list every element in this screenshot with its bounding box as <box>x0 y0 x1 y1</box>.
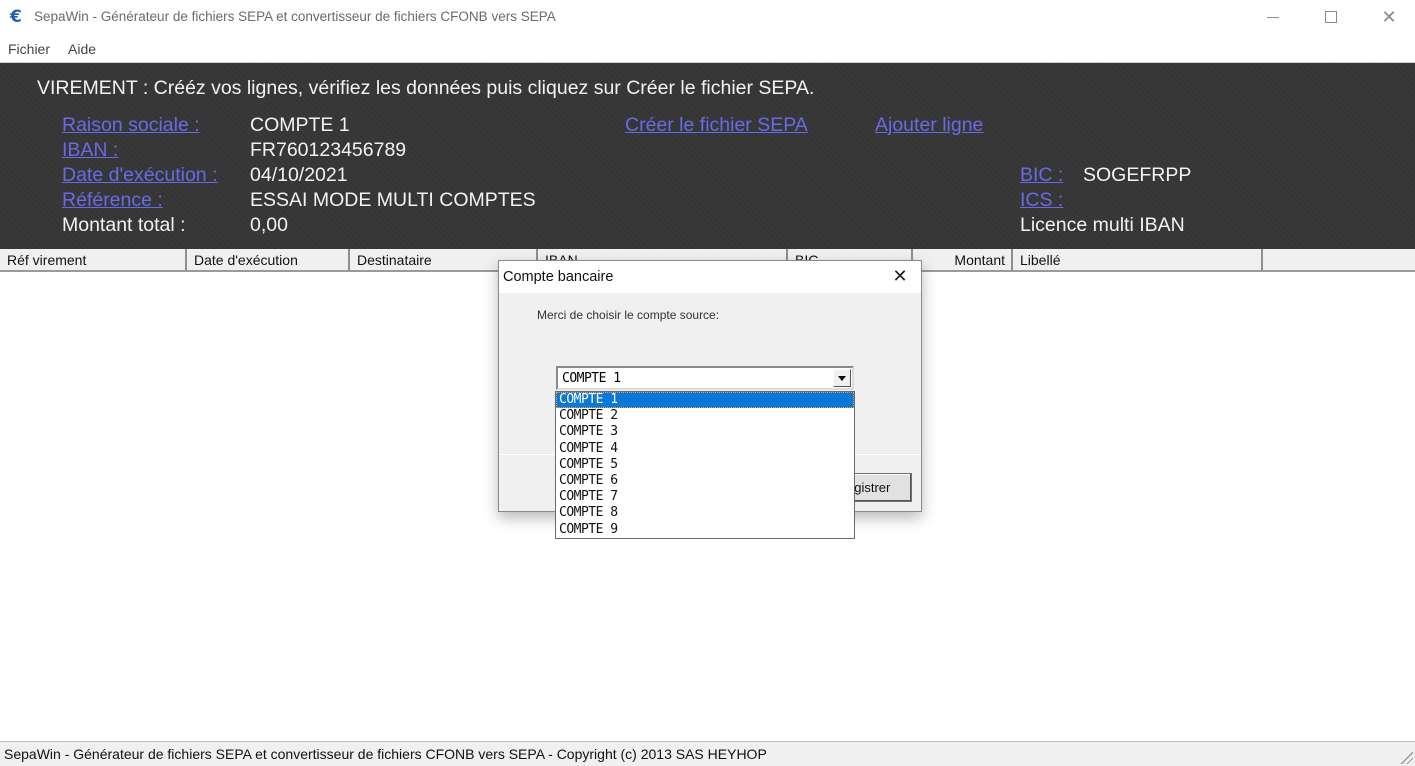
date-execution-link[interactable]: Date d'exécution : <box>62 164 218 187</box>
maximize-icon <box>1325 11 1337 23</box>
column-date-execution[interactable]: Date d'exécution <box>187 249 350 270</box>
header-panel: VIREMENT : Crééz vos lignes, vérifiez le… <box>0 62 1415 249</box>
date-execution-value: 04/10/2021 <box>250 164 348 186</box>
close-icon: ✕ <box>1381 6 1397 28</box>
montant-total-label: Montant total : <box>62 214 186 236</box>
iban-value: FR760123456789 <box>250 139 407 161</box>
montant-total-value: 0,00 <box>250 214 288 236</box>
dialog-title-bar: Compte bancaire ✕ <box>499 261 921 293</box>
close-button[interactable]: ✕ <box>1360 0 1415 34</box>
column-ref-virement[interactable]: Réf virement <box>0 249 187 270</box>
dropdown-option[interactable]: COMPTE 2 <box>556 408 854 424</box>
dropdown-option[interactable]: COMPTE 3 <box>556 424 854 440</box>
dropdown-option[interactable]: COMPTE 9 <box>556 522 854 538</box>
ics-link[interactable]: ICS : <box>1020 189 1063 212</box>
status-bar: SepaWin - Générateur de fichiers SEPA et… <box>0 741 1415 766</box>
account-combobox[interactable]: COMPTE 1 <box>556 366 854 390</box>
title-bar: € SepaWin - Générateur de fichiers SEPA … <box>0 0 1415 36</box>
menu-fichier[interactable]: Fichier <box>8 41 50 57</box>
minimize-button[interactable] <box>1244 0 1302 34</box>
chevron-down-icon <box>838 375 846 381</box>
dropdown-option[interactable]: COMPTE 5 <box>556 457 854 473</box>
dropdown-option[interactable]: COMPTE 4 <box>556 441 854 457</box>
sepawin-window: € SepaWin - Générateur de fichiers SEPA … <box>0 0 1415 766</box>
menu-aide[interactable]: Aide <box>68 41 96 57</box>
create-sepa-file-link[interactable]: Créer le fichier SEPA <box>625 114 808 137</box>
instruction-text: VIREMENT : Crééz vos lignes, vérifiez le… <box>37 77 815 99</box>
dialog-close-icon[interactable]: ✕ <box>885 264 915 290</box>
bic-value: SOGEFRPP <box>1083 164 1192 186</box>
window-title: SepaWin - Générateur de fichiers SEPA et… <box>34 9 556 24</box>
dropdown-option[interactable]: COMPTE 8 <box>556 505 854 521</box>
menu-bar: Fichier Aide <box>0 38 1415 60</box>
license-text: Licence multi IBAN <box>1020 214 1185 236</box>
minimize-icon <box>1267 16 1279 18</box>
bic-link[interactable]: BIC : <box>1020 164 1063 187</box>
status-text: SepaWin - Générateur de fichiers SEPA et… <box>4 746 767 762</box>
reference-value: ESSAI MODE MULTI COMPTES <box>250 189 536 211</box>
iban-link[interactable]: IBAN : <box>62 139 118 162</box>
column-empty <box>1263 249 1415 270</box>
combobox-dropdown-button[interactable] <box>833 369 851 387</box>
dialog-title: Compte bancaire <box>503 269 614 285</box>
account-dropdown-list: COMPTE 1 COMPTE 2 COMPTE 3 COMPTE 4 COMP… <box>555 391 855 539</box>
column-montant[interactable]: Montant <box>913 249 1013 270</box>
reference-link[interactable]: Référence : <box>62 189 163 212</box>
raison-sociale-link[interactable]: Raison sociale : <box>62 114 200 137</box>
resize-grip-icon[interactable] <box>1399 750 1413 764</box>
combobox-value: COMPTE 1 <box>562 371 621 386</box>
maximize-button[interactable] <box>1302 0 1360 34</box>
column-libelle[interactable]: Libellé <box>1013 249 1263 270</box>
raison-sociale-value: COMPTE 1 <box>250 114 350 136</box>
dropdown-option[interactable]: COMPTE 1 <box>556 392 854 409</box>
euro-icon: € <box>10 7 22 27</box>
dialog-prompt: Merci de choisir le compte source: <box>537 308 720 322</box>
add-line-link[interactable]: Ajouter ligne <box>875 114 983 137</box>
dropdown-option[interactable]: COMPTE 7 <box>556 489 854 505</box>
dropdown-option[interactable]: COMPTE 6 <box>556 473 854 489</box>
